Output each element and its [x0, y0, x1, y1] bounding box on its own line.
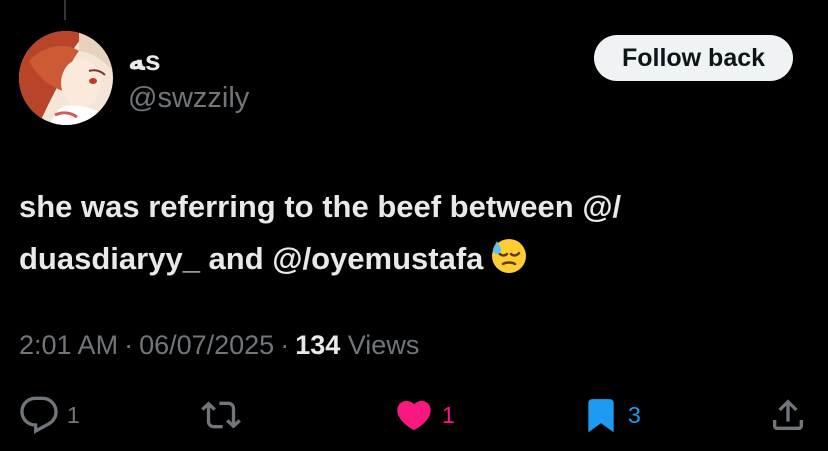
meta-separator: · [124, 330, 134, 360]
bookmark-icon [588, 399, 614, 433]
retweet-button[interactable] [199, 393, 243, 437]
avatar[interactable] [19, 31, 113, 125]
bookmark-count: 3 [628, 401, 641, 428]
like-button[interactable]: 1 [394, 393, 455, 437]
avatar-image [19, 31, 113, 125]
thread-connector-line [64, 0, 66, 20]
tweet-date[interactable]: 06/07/2025 [139, 330, 274, 360]
share-button[interactable] [768, 393, 808, 437]
tweet-meta: 2:01 AM · 06/07/2025 · 134 Views [19, 327, 419, 363]
reply-icon [20, 396, 58, 434]
retweet-icon [201, 401, 241, 429]
tweet-text-line-2-content: duasdiaryy_ and @/oyemustafa [19, 241, 484, 276]
reply-button[interactable]: 1 [19, 393, 80, 437]
heart-icon [397, 400, 431, 431]
tweet-time[interactable]: 2:01 AM [19, 330, 118, 360]
tweet-text-line-1: she was referring to the beef between @/ [19, 189, 622, 224]
views-label: Views [347, 330, 420, 360]
like-count: 1 [442, 401, 455, 428]
downcast-face-with-sweat-emoji [492, 239, 527, 273]
user-handle[interactable]: @swzzily [128, 81, 249, 115]
meta-separator: · [280, 330, 290, 360]
follow-back-button[interactable]: Follow back [594, 35, 793, 81]
bookmark-button[interactable]: 3 [582, 393, 641, 437]
display-name[interactable]: ﻪs [128, 45, 161, 77]
share-icon [773, 399, 803, 430]
reply-count: 1 [67, 401, 80, 428]
tweet-text: she was referring to the beef between @/… [19, 181, 799, 285]
views-count: 134 [295, 330, 341, 360]
tweet-text-line-2: duasdiaryy_ and @/oyemustafa [19, 233, 799, 285]
